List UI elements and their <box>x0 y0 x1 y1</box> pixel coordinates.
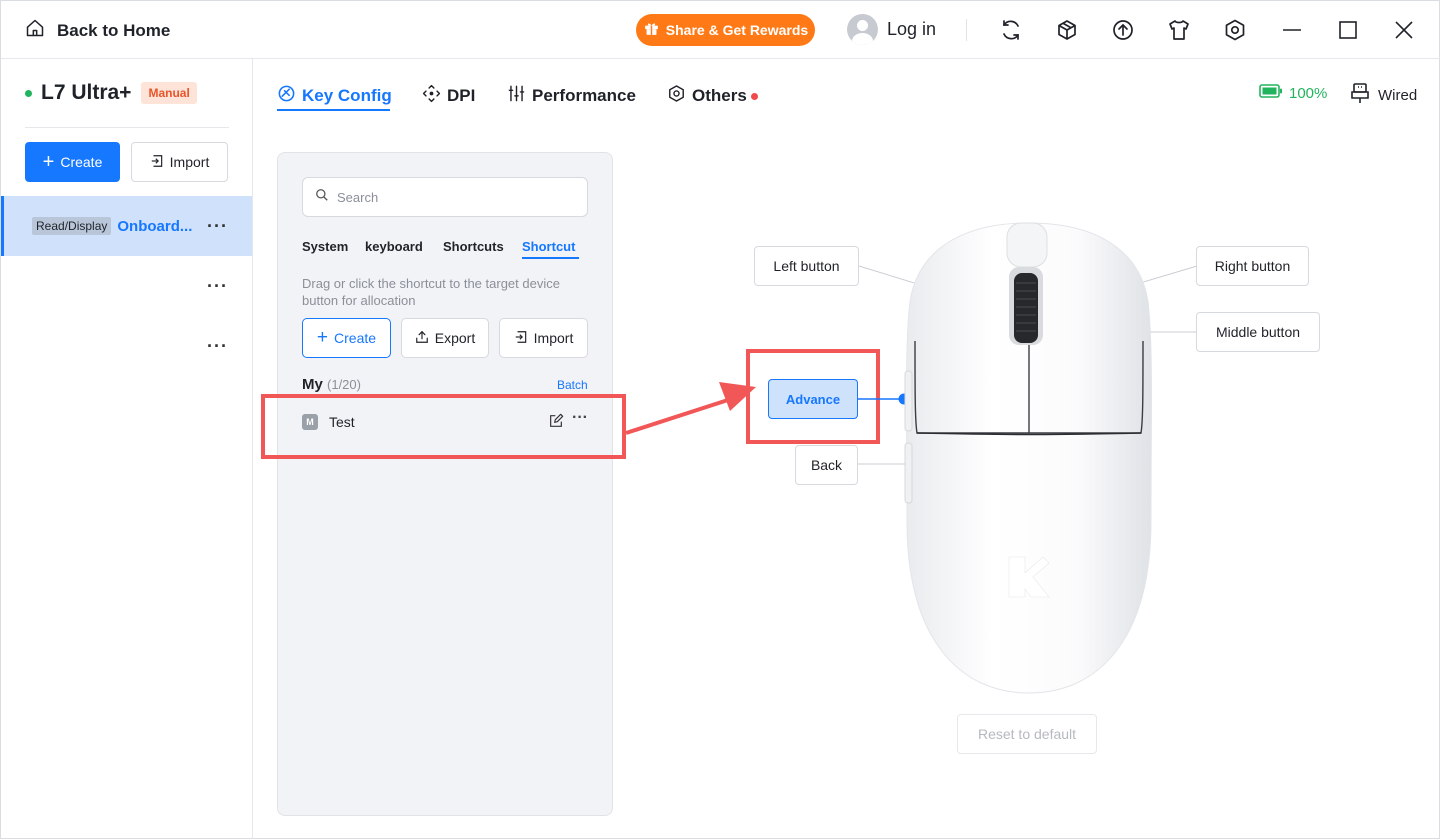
minimize-icon[interactable] <box>1280 18 1304 42</box>
create-profile-button[interactable]: + Create <box>25 142 120 182</box>
tab-label: DPI <box>447 86 476 105</box>
tab-performance[interactable]: Performance <box>507 84 636 108</box>
shortcut-panel: System keyboard Shortcuts Shortcut Drag … <box>277 152 613 816</box>
tab-dpi[interactable]: DPI <box>422 84 475 108</box>
app-window: Back to Home Share & Get Rewards Log in <box>0 0 1440 839</box>
settings-hex-icon[interactable] <box>1223 18 1247 42</box>
back-to-home-button[interactable]: Back to Home <box>25 18 170 43</box>
key-config-icon <box>277 84 296 108</box>
reset-default-button[interactable]: Reset to default <box>957 714 1097 754</box>
device-status-dot <box>25 89 32 97</box>
import-profile-button[interactable]: Import <box>131 142 228 182</box>
export-label: Export <box>434 330 476 346</box>
search-input[interactable] <box>337 189 577 205</box>
import-icon <box>150 154 164 171</box>
advance-button-slot[interactable]: Advance <box>768 379 858 419</box>
share-rewards-label: Share & Get Rewards <box>665 22 809 38</box>
left-button-slot[interactable]: Left button <box>754 246 859 286</box>
battery-level: 100% <box>1289 84 1328 102</box>
sync-icon[interactable] <box>999 18 1023 42</box>
login-button[interactable]: Log in <box>847 14 936 45</box>
connection-label: Wired <box>1378 86 1418 104</box>
profile-more-button[interactable]: ··· <box>207 276 228 297</box>
plus-icon: + <box>42 151 55 173</box>
profile-more-button[interactable]: ··· <box>207 336 228 357</box>
active-tab-indicator <box>277 109 390 111</box>
gift-icon <box>643 20 660 40</box>
create-profile-label: Create <box>60 154 103 170</box>
mode-badge: Manual <box>141 82 197 104</box>
my-shortcuts-heading: My (1/20) <box>302 376 361 393</box>
subtab-keyboard[interactable]: keyboard <box>365 239 423 254</box>
title-bar: Back to Home Share & Get Rewards Log in <box>1 1 1440 59</box>
plus-icon: + <box>316 327 329 348</box>
profile-item-onboard[interactable]: Read/Display Onboard... ··· <box>1 196 252 256</box>
subtab-system[interactable]: System <box>302 239 348 254</box>
home-icon <box>25 18 45 43</box>
close-icon[interactable] <box>1392 18 1416 42</box>
mouse-image <box>904 222 1152 694</box>
maximize-icon[interactable] <box>1336 18 1360 42</box>
allocation-hint: Drag or click the shortcut to the target… <box>302 276 560 308</box>
my-count: (1/20) <box>327 377 361 392</box>
package-icon[interactable] <box>1055 18 1079 42</box>
subtab-shortcuts[interactable]: Shortcuts <box>443 239 504 254</box>
batch-button[interactable]: Batch <box>557 378 588 392</box>
profile-item[interactable]: ··· <box>1 256 252 316</box>
tab-key-config[interactable]: Key Config <box>277 84 392 108</box>
sliders-icon <box>507 84 526 108</box>
subtab-shortcut[interactable]: Shortcut <box>522 239 575 254</box>
others-hex-icon <box>667 84 686 108</box>
tshirt-icon[interactable] <box>1167 18 1191 42</box>
battery-status: 100% <box>1259 84 1327 102</box>
usb-cable-icon <box>1350 82 1370 108</box>
middle-button-slot[interactable]: Middle button <box>1196 312 1320 352</box>
tab-others[interactable]: Others <box>667 84 758 108</box>
subtab-indicator <box>522 257 579 259</box>
profile-item[interactable]: ··· <box>1 316 252 376</box>
sidebar-divider <box>25 127 229 128</box>
titlebar-divider <box>966 19 967 41</box>
import-icon <box>514 330 528 347</box>
import-shortcut-label: Import <box>533 330 574 346</box>
right-button-slot[interactable]: Right button <box>1196 246 1309 286</box>
tab-label: Others <box>692 86 747 105</box>
annotation-box-shortcut <box>261 394 626 459</box>
sidebar: L7 Ultra+ Manual + Create Import Read/Di… <box>1 59 253 839</box>
create-shortcut-button[interactable]: + Create <box>302 318 391 358</box>
share-rewards-button[interactable]: Share & Get Rewards <box>636 14 815 46</box>
import-profile-label: Import <box>169 154 210 170</box>
battery-icon <box>1259 84 1283 102</box>
connection-status: Wired <box>1350 82 1417 108</box>
back-button-slot[interactable]: Back <box>795 445 858 485</box>
create-shortcut-label: Create <box>334 330 377 346</box>
read-display-badge: Read/Display <box>32 217 112 235</box>
notification-dot <box>750 92 758 100</box>
profile-more-button[interactable]: ··· <box>207 216 228 237</box>
profile-name: Onboard... <box>117 217 193 235</box>
dpi-icon <box>422 84 441 108</box>
tab-label: Key Config <box>302 86 392 105</box>
device-name: L7 Ultra+ <box>41 81 132 104</box>
search-box[interactable] <box>302 177 588 217</box>
export-button[interactable]: Export <box>401 318 489 358</box>
device-header: L7 Ultra+ Manual <box>25 81 197 105</box>
search-icon <box>315 188 329 207</box>
upload-circle-icon[interactable] <box>1111 18 1135 42</box>
avatar <box>847 14 878 45</box>
import-shortcut-button[interactable]: Import <box>499 318 588 358</box>
tab-label: Performance <box>532 86 636 105</box>
my-label: My <box>302 376 323 393</box>
login-label: Log in <box>887 19 937 39</box>
export-icon <box>415 330 429 347</box>
back-to-home-label: Back to Home <box>57 20 171 40</box>
